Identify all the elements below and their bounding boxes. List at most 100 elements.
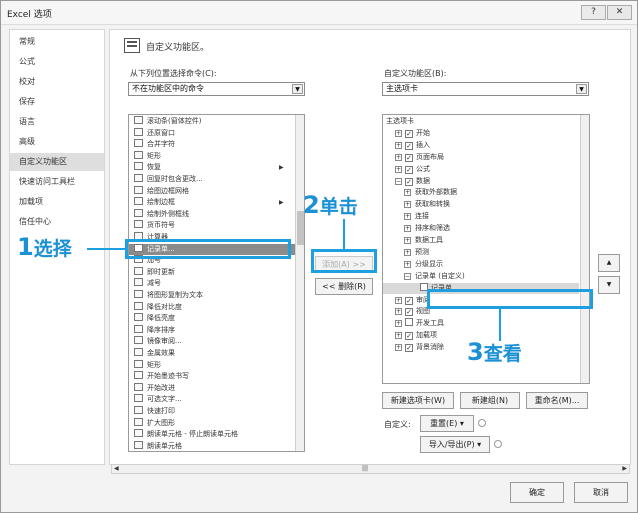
- command-item[interactable]: 朗读单元格 - 停止朗读单元格: [129, 429, 295, 440]
- command-item[interactable]: 恢复 ▶: [129, 162, 295, 173]
- command-item[interactable]: 货币符号: [129, 220, 295, 231]
- tab-checkbox[interactable]: ✓: [405, 141, 413, 150]
- ok-button[interactable]: 确定: [510, 482, 564, 503]
- command-item[interactable]: 开始墨迹书写: [129, 371, 295, 382]
- command-item[interactable]: 快速打印: [129, 406, 295, 417]
- tree-node[interactable]: + 排序和筛选: [383, 223, 579, 234]
- tab-checkbox[interactable]: ✓: [405, 296, 413, 305]
- sidebar-item[interactable]: 语言: [10, 113, 104, 131]
- commands-scrollbar[interactable]: [295, 115, 304, 451]
- move-up-button[interactable]: ▲: [598, 254, 620, 272]
- tree-node[interactable]: + ✓ 公式: [383, 164, 579, 175]
- sidebar-item[interactable]: 公式: [10, 53, 104, 71]
- tree-node[interactable]: + 开发工具: [383, 318, 579, 329]
- command-item[interactable]: 可选文字...: [129, 394, 295, 405]
- expand-icon[interactable]: +: [395, 141, 402, 149]
- expand-icon[interactable]: +: [395, 165, 402, 173]
- commands-list[interactable]: 滚动条(窗体控件) 还原窗口 合并字符 矩形 恢复 ▶ 回复时包含更改... 绘图边框网格 绘制…: [128, 114, 305, 452]
- import-export-button[interactable]: 导入/导出(P) ▾: [420, 436, 490, 453]
- tree-node[interactable]: + ✓ 开始: [383, 128, 579, 139]
- command-item[interactable]: 金属效果: [129, 348, 295, 359]
- sidebar-item[interactable]: 保存: [10, 93, 104, 111]
- expand-icon[interactable]: +: [395, 308, 402, 316]
- tab-checkbox[interactable]: ✓: [405, 332, 413, 341]
- expand-icon[interactable]: +: [395, 320, 402, 328]
- tree-node[interactable]: + 数据工具: [383, 235, 579, 246]
- expand-icon[interactable]: +: [395, 296, 402, 304]
- expand-icon[interactable]: +: [404, 201, 411, 209]
- tab-checkbox[interactable]: ✓: [405, 177, 413, 186]
- tree-node[interactable]: + 获取外部数据: [383, 187, 579, 198]
- scroll-left-icon[interactable]: ◀: [114, 465, 119, 473]
- scroll-grip-icon[interactable]: |||: [362, 465, 368, 473]
- expand-icon[interactable]: +: [404, 213, 411, 221]
- expand-icon[interactable]: +: [395, 344, 402, 352]
- command-item[interactable]: 合并字符: [129, 139, 295, 150]
- expand-icon[interactable]: +: [404, 248, 411, 256]
- collapse-icon[interactable]: −: [404, 272, 411, 280]
- command-item[interactable]: 绘制边框 ▶: [129, 197, 295, 208]
- sidebar-item[interactable]: 快速访问工具栏: [10, 173, 104, 191]
- command-item[interactable]: 回复时包含更改...: [129, 174, 295, 185]
- remove-button[interactable]: << 删除(R): [315, 278, 373, 295]
- tree-scrollbar[interactable]: [580, 115, 589, 383]
- tree-node[interactable]: + 获取和转换: [383, 199, 579, 210]
- expand-icon[interactable]: +: [404, 225, 411, 233]
- choose-commands-dropdown[interactable]: 不在功能区中的命令 ▼: [128, 82, 305, 96]
- tree-node[interactable]: + 预测: [383, 247, 579, 258]
- command-item[interactable]: 绘图边框网格: [129, 185, 295, 197]
- collapse-icon[interactable]: −: [395, 177, 402, 185]
- sidebar-item[interactable]: 加载项: [10, 193, 104, 211]
- command-item[interactable]: 扩大图形: [129, 417, 295, 429]
- help-button[interactable]: ?: [581, 5, 606, 20]
- move-down-button[interactable]: ▼: [598, 276, 620, 294]
- sidebar-item[interactable]: 信任中心: [10, 213, 104, 231]
- cancel-button[interactable]: 取消: [574, 482, 628, 503]
- command-item[interactable]: 滚动条(窗体控件): [129, 116, 295, 127]
- command-item[interactable]: 降低亮度: [129, 313, 295, 324]
- expand-icon[interactable]: +: [395, 332, 402, 340]
- command-item[interactable]: 矩形: [129, 359, 295, 371]
- expand-icon[interactable]: +: [404, 260, 411, 268]
- horizontal-scrollbar[interactable]: ◀ ||| ▶: [111, 464, 630, 474]
- tree-node[interactable]: 主选项卡: [383, 116, 579, 127]
- reset-button[interactable]: 重置(E) ▾: [420, 415, 474, 432]
- expand-icon[interactable]: +: [395, 129, 402, 137]
- tree-node[interactable]: + ✓ 页面布局: [383, 152, 579, 163]
- new-tab-button[interactable]: 新建选项卡(W): [382, 392, 454, 409]
- sidebar-item[interactable]: 常规: [10, 33, 104, 51]
- command-item[interactable]: 镜像审阅...: [129, 336, 295, 347]
- command-item[interactable]: 开始改进: [129, 382, 295, 394]
- expand-icon[interactable]: +: [404, 237, 411, 244]
- command-item[interactable]: 还原窗口: [129, 127, 295, 139]
- tree-node[interactable]: + 分级显示: [383, 259, 579, 270]
- command-item[interactable]: 降低对比度: [129, 301, 295, 313]
- tab-checkbox[interactable]: [405, 318, 413, 327]
- sidebar-item[interactable]: 高级: [10, 133, 104, 151]
- command-item[interactable]: 绘制外侧框线: [129, 208, 295, 220]
- command-item[interactable]: 矩形: [129, 150, 295, 162]
- command-item[interactable]: 即时更新: [129, 266, 295, 278]
- tree-node[interactable]: − 记录单 (自定义): [383, 271, 579, 282]
- tree-node[interactable]: + 连接: [383, 211, 579, 222]
- sidebar-item[interactable]: 校对: [10, 73, 104, 91]
- close-button[interactable]: ✕: [607, 5, 632, 20]
- command-item[interactable]: 降序排序: [129, 324, 295, 336]
- tab-checkbox[interactable]: ✓: [405, 308, 413, 317]
- tree-node[interactable]: + ✓ 插入: [383, 140, 579, 151]
- tab-checkbox[interactable]: ✓: [405, 344, 413, 353]
- customize-ribbon-dropdown[interactable]: 主选项卡 ▼: [382, 82, 589, 96]
- tab-checkbox[interactable]: ✓: [405, 165, 413, 174]
- command-item[interactable]: 减号: [129, 278, 295, 289]
- expand-icon[interactable]: +: [404, 189, 411, 197]
- sidebar-item[interactable]: 自定义功能区: [10, 153, 104, 171]
- tab-checkbox[interactable]: ✓: [405, 129, 413, 138]
- command-item[interactable]: 将图形复制为文本: [129, 290, 295, 301]
- expand-icon[interactable]: +: [395, 153, 402, 161]
- scroll-right-icon[interactable]: ▶: [622, 465, 627, 473]
- tab-checkbox[interactable]: ✓: [405, 153, 413, 162]
- command-item[interactable]: 朗读单元格: [129, 440, 295, 451]
- tree-node[interactable]: − ✓ 数据: [383, 176, 579, 187]
- new-group-button[interactable]: 新建组(N): [460, 392, 520, 409]
- rename-button[interactable]: 重命名(M)...: [526, 392, 588, 409]
